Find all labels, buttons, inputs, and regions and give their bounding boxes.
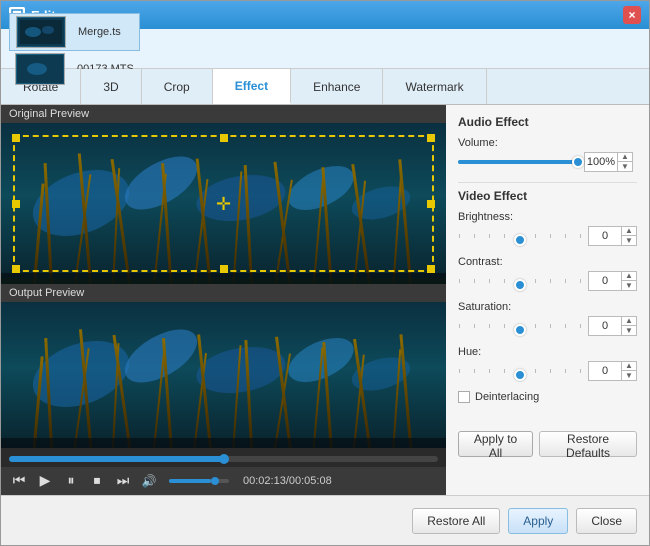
- tab-effect[interactable]: Effect: [213, 69, 291, 104]
- tab-crop[interactable]: Crop: [142, 69, 213, 104]
- output-preview-label: Output Preview: [1, 284, 446, 302]
- brightness-control: Brightness: 0: [458, 211, 637, 246]
- volume-slider[interactable]: [458, 160, 578, 164]
- original-preview: ✛: [1, 123, 446, 284]
- tab-3d[interactable]: 3D: [81, 69, 141, 104]
- deinterlacing-label: Deinterlacing: [475, 391, 539, 403]
- original-preview-label: Original Preview: [1, 105, 446, 123]
- controls-bar: ⏮ ▶ ⏸ ⏹ ⏭ 🔊 00:02:13/00:05:08: [1, 467, 446, 495]
- contrast-handle[interactable]: [514, 279, 526, 291]
- contrast-down-arrow[interactable]: ▼: [622, 281, 636, 291]
- saturation-label: Saturation:: [458, 301, 637, 313]
- brightness-value: 0: [589, 230, 621, 242]
- volume-up-arrow[interactable]: ▲: [618, 152, 632, 162]
- restore-all-button[interactable]: Restore All: [412, 508, 500, 534]
- saturation-control: Saturation: 0: [458, 301, 637, 336]
- saturation-down-arrow[interactable]: ▼: [622, 326, 636, 336]
- volume-label: Volume:: [458, 137, 637, 149]
- hue-value: 0: [589, 365, 621, 377]
- volume-slider-fill: [458, 160, 578, 164]
- hue-spinner[interactable]: 0 ▲ ▼: [588, 361, 637, 381]
- hue-handle[interactable]: [514, 369, 526, 381]
- contrast-label: Contrast:: [458, 256, 637, 268]
- right-panel: Audio Effect Volume: 100% ▲ ▼: [446, 105, 649, 495]
- video-section-title: Video Effect: [458, 189, 637, 203]
- volume-value: 100%: [585, 156, 617, 168]
- volume-slider-handle[interactable]: [572, 156, 584, 168]
- progress-handle[interactable]: [219, 454, 229, 464]
- play-button[interactable]: ▶: [35, 471, 55, 491]
- close-dialog-button[interactable]: Close: [576, 508, 637, 534]
- contrast-value: 0: [589, 275, 621, 287]
- brightness-handle[interactable]: [514, 234, 526, 246]
- deinterlacing-row: Deinterlacing: [458, 391, 637, 403]
- left-panel: Original Preview: [1, 105, 446, 495]
- brightness-down-arrow[interactable]: ▼: [622, 236, 636, 246]
- hue-up-arrow[interactable]: ▲: [622, 361, 636, 371]
- file-thumbnail-1: [16, 16, 66, 48]
- progress-bar-container[interactable]: [1, 448, 446, 467]
- volume-track[interactable]: [169, 479, 229, 483]
- close-button[interactable]: ×: [623, 6, 641, 24]
- brightness-label: Brightness:: [458, 211, 637, 223]
- tab-watermark[interactable]: Watermark: [383, 69, 486, 104]
- hue-down-arrow[interactable]: ▼: [622, 371, 636, 381]
- saturation-spinner[interactable]: 0 ▲ ▼: [588, 316, 637, 336]
- divider-1: [458, 182, 637, 183]
- time-display: 00:02:13/00:05:08: [243, 475, 332, 487]
- hue-label: Hue:: [458, 346, 637, 358]
- brightness-up-arrow[interactable]: ▲: [622, 226, 636, 236]
- tab-bar: Rotate 3D Crop Effect Enhance Watermark: [1, 69, 649, 105]
- restore-defaults-button[interactable]: Restore Defaults: [539, 431, 637, 457]
- deinterlacing-checkbox[interactable]: [458, 391, 470, 403]
- contrast-control: Contrast: 0: [458, 256, 637, 291]
- right-bottom-buttons: Apply to All Restore Defaults: [458, 415, 637, 457]
- saturation-value: 0: [589, 320, 621, 332]
- volume-control: Volume: 100% ▲ ▼: [458, 137, 637, 172]
- volume-spinner[interactable]: 100% ▲ ▼: [584, 152, 633, 172]
- volume-down-arrow[interactable]: ▼: [618, 162, 632, 172]
- content-area: Original Preview: [1, 105, 649, 495]
- contrast-spinner[interactable]: 0 ▲ ▼: [588, 271, 637, 291]
- file-bar: Merge.ts 00173.MTS: [1, 29, 649, 69]
- tab-enhance[interactable]: Enhance: [291, 69, 383, 104]
- skip-end-button[interactable]: ⏭: [113, 471, 133, 491]
- volume-handle[interactable]: [211, 477, 219, 485]
- audio-section-title: Audio Effect: [458, 115, 637, 129]
- edit-window: Edit × Merge.ts: [0, 0, 650, 546]
- stop-button[interactable]: ⏹: [87, 471, 107, 491]
- bottom-bar: Restore All Apply Close: [1, 495, 649, 545]
- skip-start-button[interactable]: ⏮: [9, 471, 29, 491]
- apply-to-all-button[interactable]: Apply to All: [458, 431, 533, 457]
- pause-button[interactable]: ⏸: [61, 471, 81, 491]
- apply-button[interactable]: Apply: [508, 508, 568, 534]
- apply-defaults-row: Apply to All Restore Defaults: [458, 431, 637, 457]
- brightness-spinner[interactable]: 0 ▲ ▼: [588, 226, 637, 246]
- contrast-up-arrow[interactable]: ▲: [622, 271, 636, 281]
- saturation-up-arrow[interactable]: ▲: [622, 316, 636, 326]
- saturation-handle[interactable]: [514, 324, 526, 336]
- progress-track[interactable]: [9, 456, 438, 462]
- volume-fill: [169, 479, 211, 483]
- volume-icon: 🔊: [139, 471, 159, 491]
- file-name-1: Merge.ts: [78, 26, 121, 38]
- progress-fill: [9, 456, 224, 462]
- output-preview: [1, 302, 446, 448]
- file-thumbnail-2: [15, 53, 65, 85]
- hue-control: Hue: 0: [458, 346, 637, 381]
